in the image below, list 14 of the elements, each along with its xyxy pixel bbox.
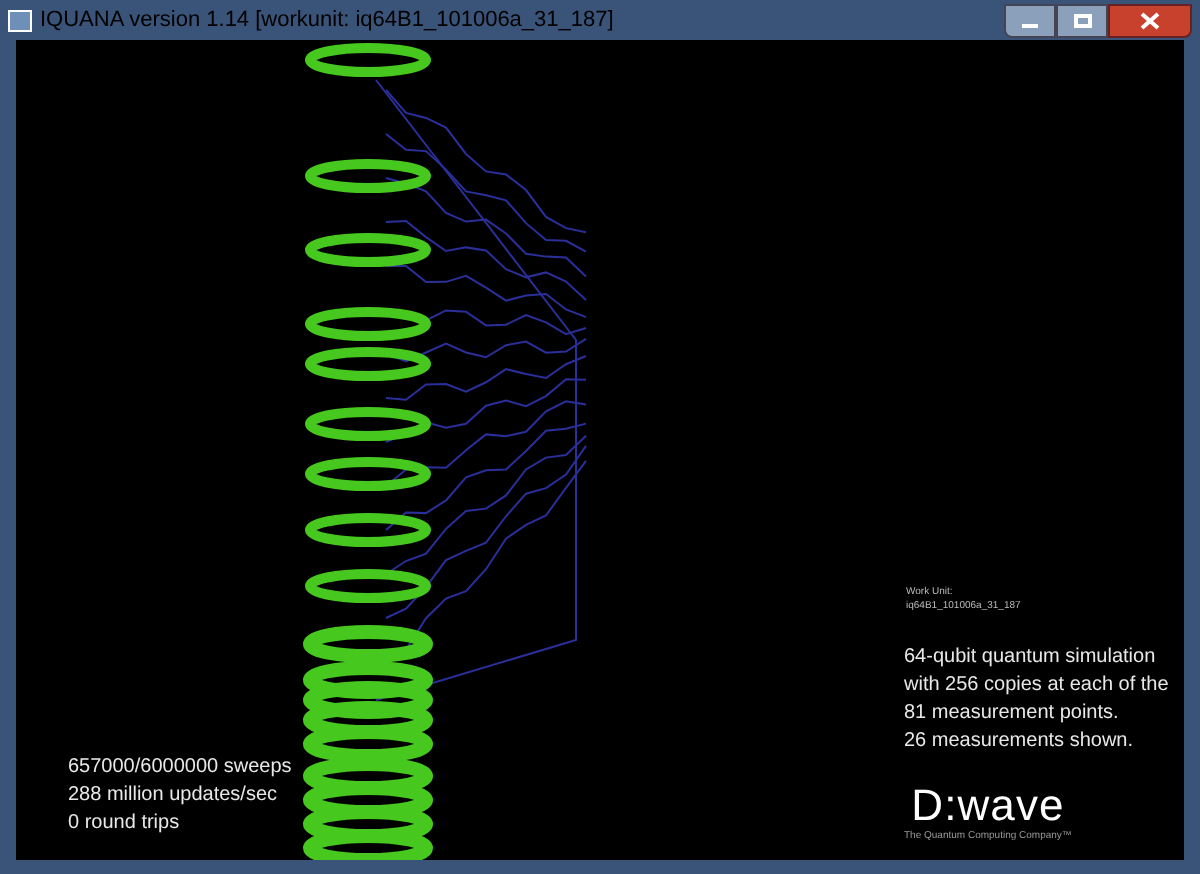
close-button[interactable] <box>1108 3 1192 37</box>
description-line: 64-qubit quantum simulation <box>904 644 1158 672</box>
stat-text: 657000/6000000 sweeps <box>68 754 292 780</box>
description-line: 26 measurements shown. <box>904 728 1136 756</box>
stat-text: 0 round trips <box>68 810 182 836</box>
stat-text: 288 million updates/sec <box>68 782 280 808</box>
app-icon <box>8 9 32 31</box>
window-title: IQUANA version 1.14 [workunit: iq64B1_101006a_31_187] <box>40 5 614 36</box>
maximize-button[interactable] <box>1056 3 1108 37</box>
description-line: 81 measurement points. <box>904 700 1121 728</box>
close-icon <box>1140 11 1160 29</box>
logo-text: D:wave <box>911 784 1065 828</box>
description-line: with 256 copies at each of the <box>904 672 1169 700</box>
minimize-button[interactable] <box>1004 3 1056 37</box>
